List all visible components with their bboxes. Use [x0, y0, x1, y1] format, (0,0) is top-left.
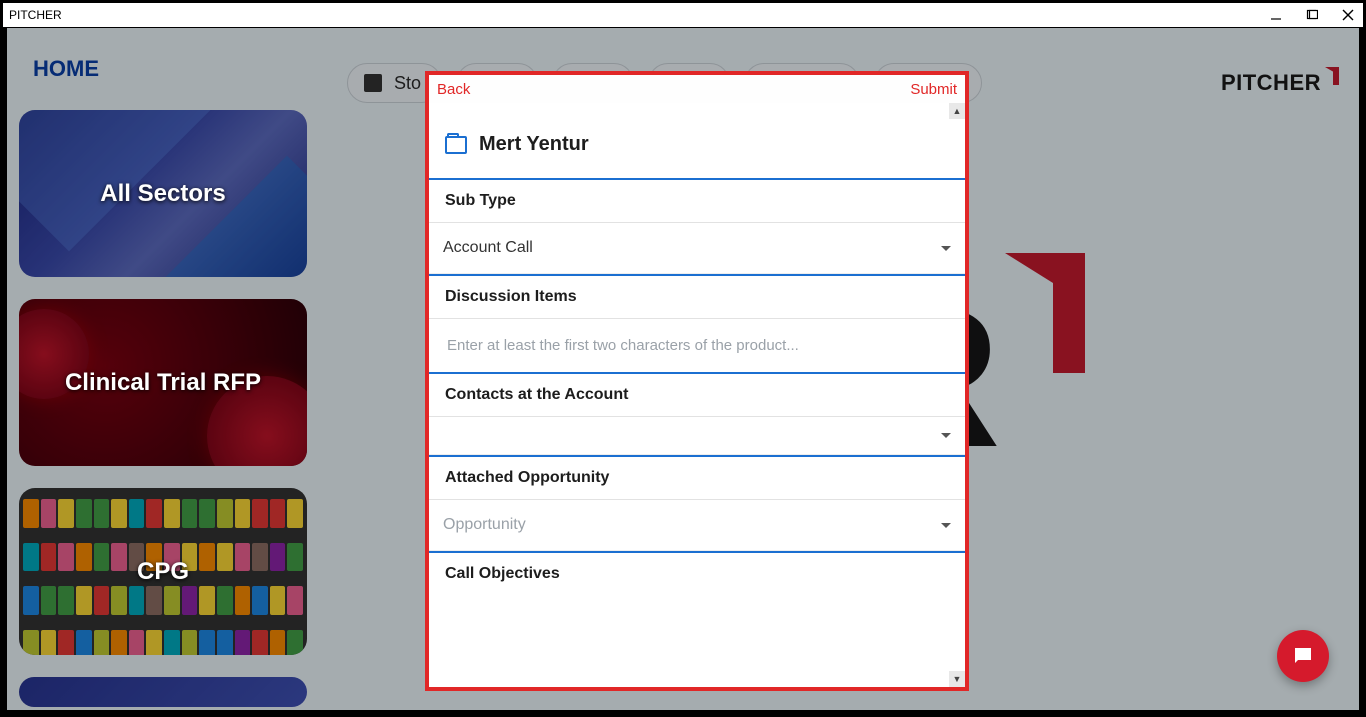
section-contacts: Contacts at the Account	[429, 372, 965, 455]
window-title: PITCHER	[9, 8, 62, 22]
section-sub-type: Sub Type Account Call	[429, 178, 965, 274]
opportunity-select[interactable]: Opportunity	[429, 500, 965, 551]
chat-icon	[1291, 644, 1315, 668]
tile-label: CPG	[137, 558, 189, 586]
contacts-select[interactable]	[429, 417, 965, 455]
section-label: Call Objectives	[429, 553, 965, 595]
chat-fab[interactable]	[1277, 630, 1329, 682]
section-label: Attached Opportunity	[429, 457, 965, 500]
opportunity-placeholder: Opportunity	[443, 516, 526, 534]
modal-header: Back Submit	[429, 75, 965, 103]
tile-label: All Sectors	[100, 180, 225, 208]
section-opportunity: Attached Opportunity Opportunity	[429, 455, 965, 551]
minimize-button[interactable]	[1267, 6, 1285, 24]
window-titlebar: PITCHER	[3, 3, 1363, 27]
maximize-button[interactable]	[1303, 6, 1321, 24]
submit-button[interactable]: Submit	[910, 81, 957, 98]
section-discussion-items: Discussion Items	[429, 274, 965, 372]
modal-body: Mert Yentur Sub Type Account Call Discus…	[429, 103, 965, 687]
section-label: Sub Type	[429, 180, 965, 223]
close-button[interactable]	[1339, 6, 1357, 24]
scroll-up-button[interactable]: ▲	[949, 103, 965, 119]
tile-label: Clinical Trial RFP	[65, 369, 261, 397]
back-button[interactable]: Back	[437, 81, 470, 98]
discussion-items-input[interactable]	[433, 321, 961, 370]
folder-icon	[445, 136, 467, 154]
chevron-down-icon	[941, 523, 951, 528]
section-label: Contacts at the Account	[429, 374, 965, 417]
chevron-down-icon	[941, 246, 951, 251]
chevron-down-icon	[941, 433, 951, 438]
scroll-down-button[interactable]: ▼	[949, 671, 965, 687]
person-name: Mert Yentur	[479, 133, 589, 156]
section-label: Discussion Items	[429, 276, 965, 319]
call-form-modal: Back Submit ▲ Mert Yentur Sub Type A	[425, 71, 969, 691]
sub-type-select[interactable]: Account Call	[429, 223, 965, 274]
section-call-objectives: Call Objectives	[429, 551, 965, 595]
form-person-header: Mert Yentur	[429, 103, 965, 178]
sub-type-value: Account Call	[443, 239, 533, 257]
